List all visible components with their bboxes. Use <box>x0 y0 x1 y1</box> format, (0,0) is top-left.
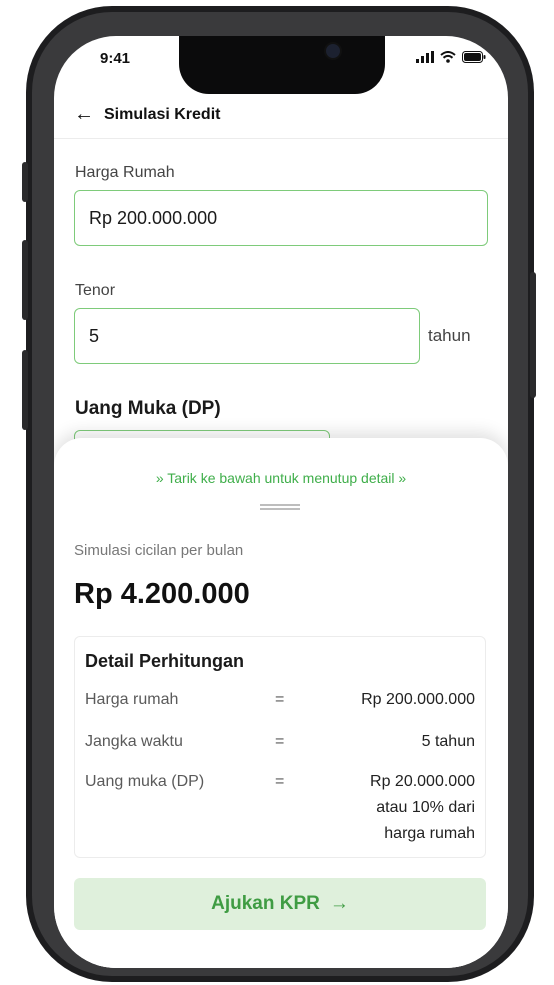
wifi-icon <box>440 51 456 63</box>
price-label: Harga Rumah <box>75 164 175 181</box>
dp-value-line: atau 10% dari <box>376 799 475 816</box>
notch <box>179 36 385 94</box>
phone-screen: 9:41 ← Simulasi Kredit Harga Rumah Rp 20… <box>54 36 508 968</box>
status-icons <box>416 51 486 63</box>
tenor-input[interactable]: 5 <box>74 308 420 364</box>
app-header: ← Simulasi Kredit <box>54 92 508 139</box>
pull-hint[interactable]: » Tarik ke bawah untuk menutup detail » <box>54 470 508 486</box>
price-input[interactable]: Rp 200.000.000 <box>74 190 488 246</box>
detail-row-eq: = <box>275 691 285 708</box>
pull-hint-text: Tarik ke bawah untuk menutup detail <box>167 470 395 486</box>
arrow-right-icon: → <box>329 893 349 914</box>
price-value: Rp 200.000.000 <box>89 207 218 228</box>
drag-handle[interactable] <box>260 504 300 510</box>
tenor-suffix: tahun <box>428 326 471 345</box>
dp-value-line: Rp 20.000.000 <box>370 773 475 790</box>
signal-icon <box>416 51 434 63</box>
side-button <box>530 272 536 398</box>
detail-row-label: Harga rumah <box>85 691 179 708</box>
chevrons-down-icon: » <box>398 470 407 486</box>
chevrons-down-icon: » <box>155 470 164 486</box>
battery-icon <box>462 51 486 63</box>
detail-title: Detail Perhitungan <box>85 651 245 671</box>
side-button <box>22 240 28 320</box>
simulation-amount: Rp 4.200.000 <box>74 578 250 610</box>
dp-value-line: harga rumah <box>384 825 475 842</box>
dp-label: Uang Muka (DP) <box>75 398 221 419</box>
apply-kpr-button[interactable]: Ajukan KPR → <box>74 878 486 930</box>
detail-row-value: Rp 200.000.000 <box>361 691 475 708</box>
bottom-sheet[interactable]: » Tarik ke bawah untuk menutup detail » … <box>54 438 508 968</box>
side-button <box>22 162 28 202</box>
home-indicator-area <box>54 950 508 968</box>
detail-row-eq: = <box>275 733 285 750</box>
detail-row-value: Rp 20.000.000 atau 10% dari harga rumah <box>370 769 475 847</box>
detail-card: Detail Perhitungan Harga rumah = Rp 200.… <box>74 636 486 858</box>
tenor-label: Tenor <box>75 282 116 299</box>
side-button <box>22 350 28 430</box>
status-time: 9:41 <box>100 50 131 67</box>
arrow-left-icon[interactable]: ← <box>74 104 94 124</box>
camera-icon <box>324 42 342 60</box>
page-title: Simulasi Kredit <box>104 106 221 123</box>
tenor-value: 5 <box>89 325 100 346</box>
apply-kpr-label: Ajukan KPR <box>211 893 320 914</box>
detail-row-label: Uang muka (DP) <box>85 773 205 790</box>
detail-row-value: 5 tahun <box>421 733 475 750</box>
detail-row-label: Jangka waktu <box>85 733 183 750</box>
detail-row-eq: = <box>275 773 285 790</box>
simulation-label: Simulasi cicilan per bulan <box>74 542 244 559</box>
